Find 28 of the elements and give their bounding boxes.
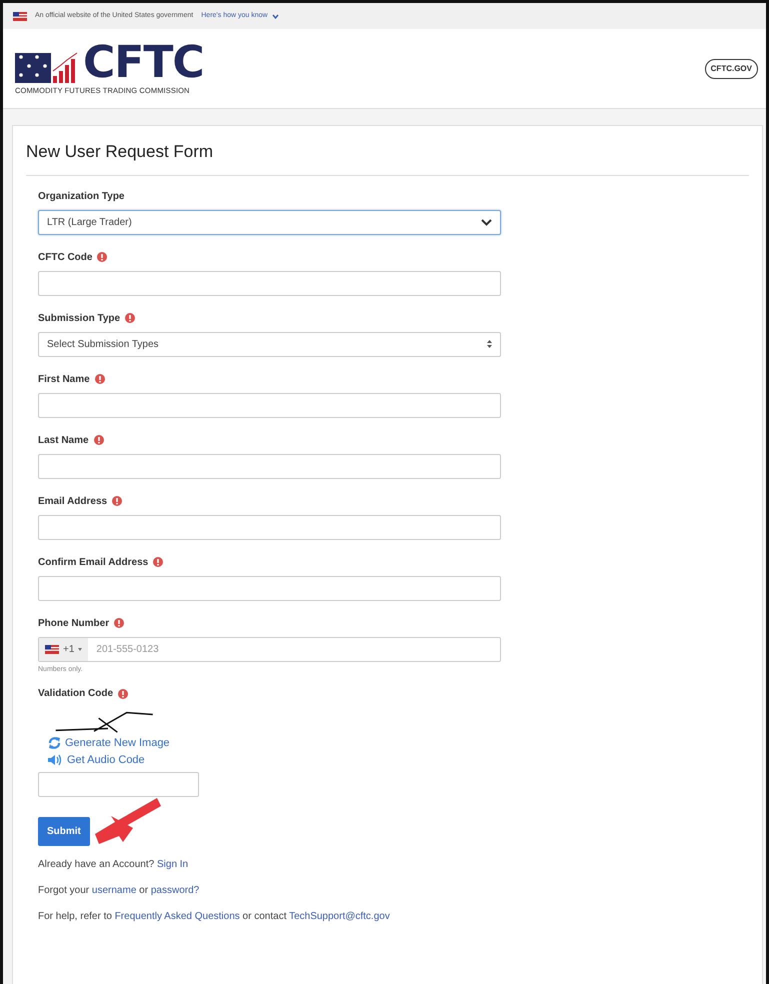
field-label: Email Address <box>38 494 108 508</box>
site-badge: CFTC.GOV <box>704 58 758 78</box>
field-label: Phone Number <box>38 616 110 630</box>
field-label: Organization Type <box>38 190 124 204</box>
text-link[interactable]: username <box>92 885 136 896</box>
phone-field[interactable]: +1 201-555-0123 <box>38 636 501 662</box>
select-field[interactable]: Select Submission Types <box>38 332 501 356</box>
footer-text: Already have an Account? Sign In <box>38 858 190 872</box>
field-label: Confirm Email Address <box>38 556 148 570</box>
captcha-link[interactable]: Generate New Image <box>48 735 501 752</box>
phone-placeholder: 201-555-0123 <box>96 642 159 656</box>
field-label: First Name <box>38 372 90 386</box>
field-label: Submission Type <box>38 312 120 326</box>
text-link[interactable]: Frequently Asked Questions <box>114 911 240 922</box>
text-link[interactable]: Sign In <box>156 859 188 870</box>
country-code[interactable]: +1 <box>63 642 74 656</box>
footer-text: For help, refer to Frequently Asked Questions or contact TechSupport@cftc.gov <box>38 910 391 924</box>
field-label: Validation Code <box>38 687 114 701</box>
form-title: New User Request Form <box>26 126 749 176</box>
select-field[interactable]: LTR (Large Trader) <box>38 210 501 234</box>
text-link[interactable]: TechSupport@cftc.gov <box>289 911 390 922</box>
logo-text: CFTC <box>83 40 204 85</box>
submit-button[interactable]: Submit <box>38 817 90 846</box>
field-label: CFTC Code <box>38 250 92 264</box>
text-link[interactable]: password? <box>150 885 200 896</box>
footer-text: Forgot your username or password? <box>38 884 200 898</box>
captcha-link[interactable]: Get Audio Code <box>48 752 501 768</box>
field-label: Last Name <box>38 434 89 448</box>
